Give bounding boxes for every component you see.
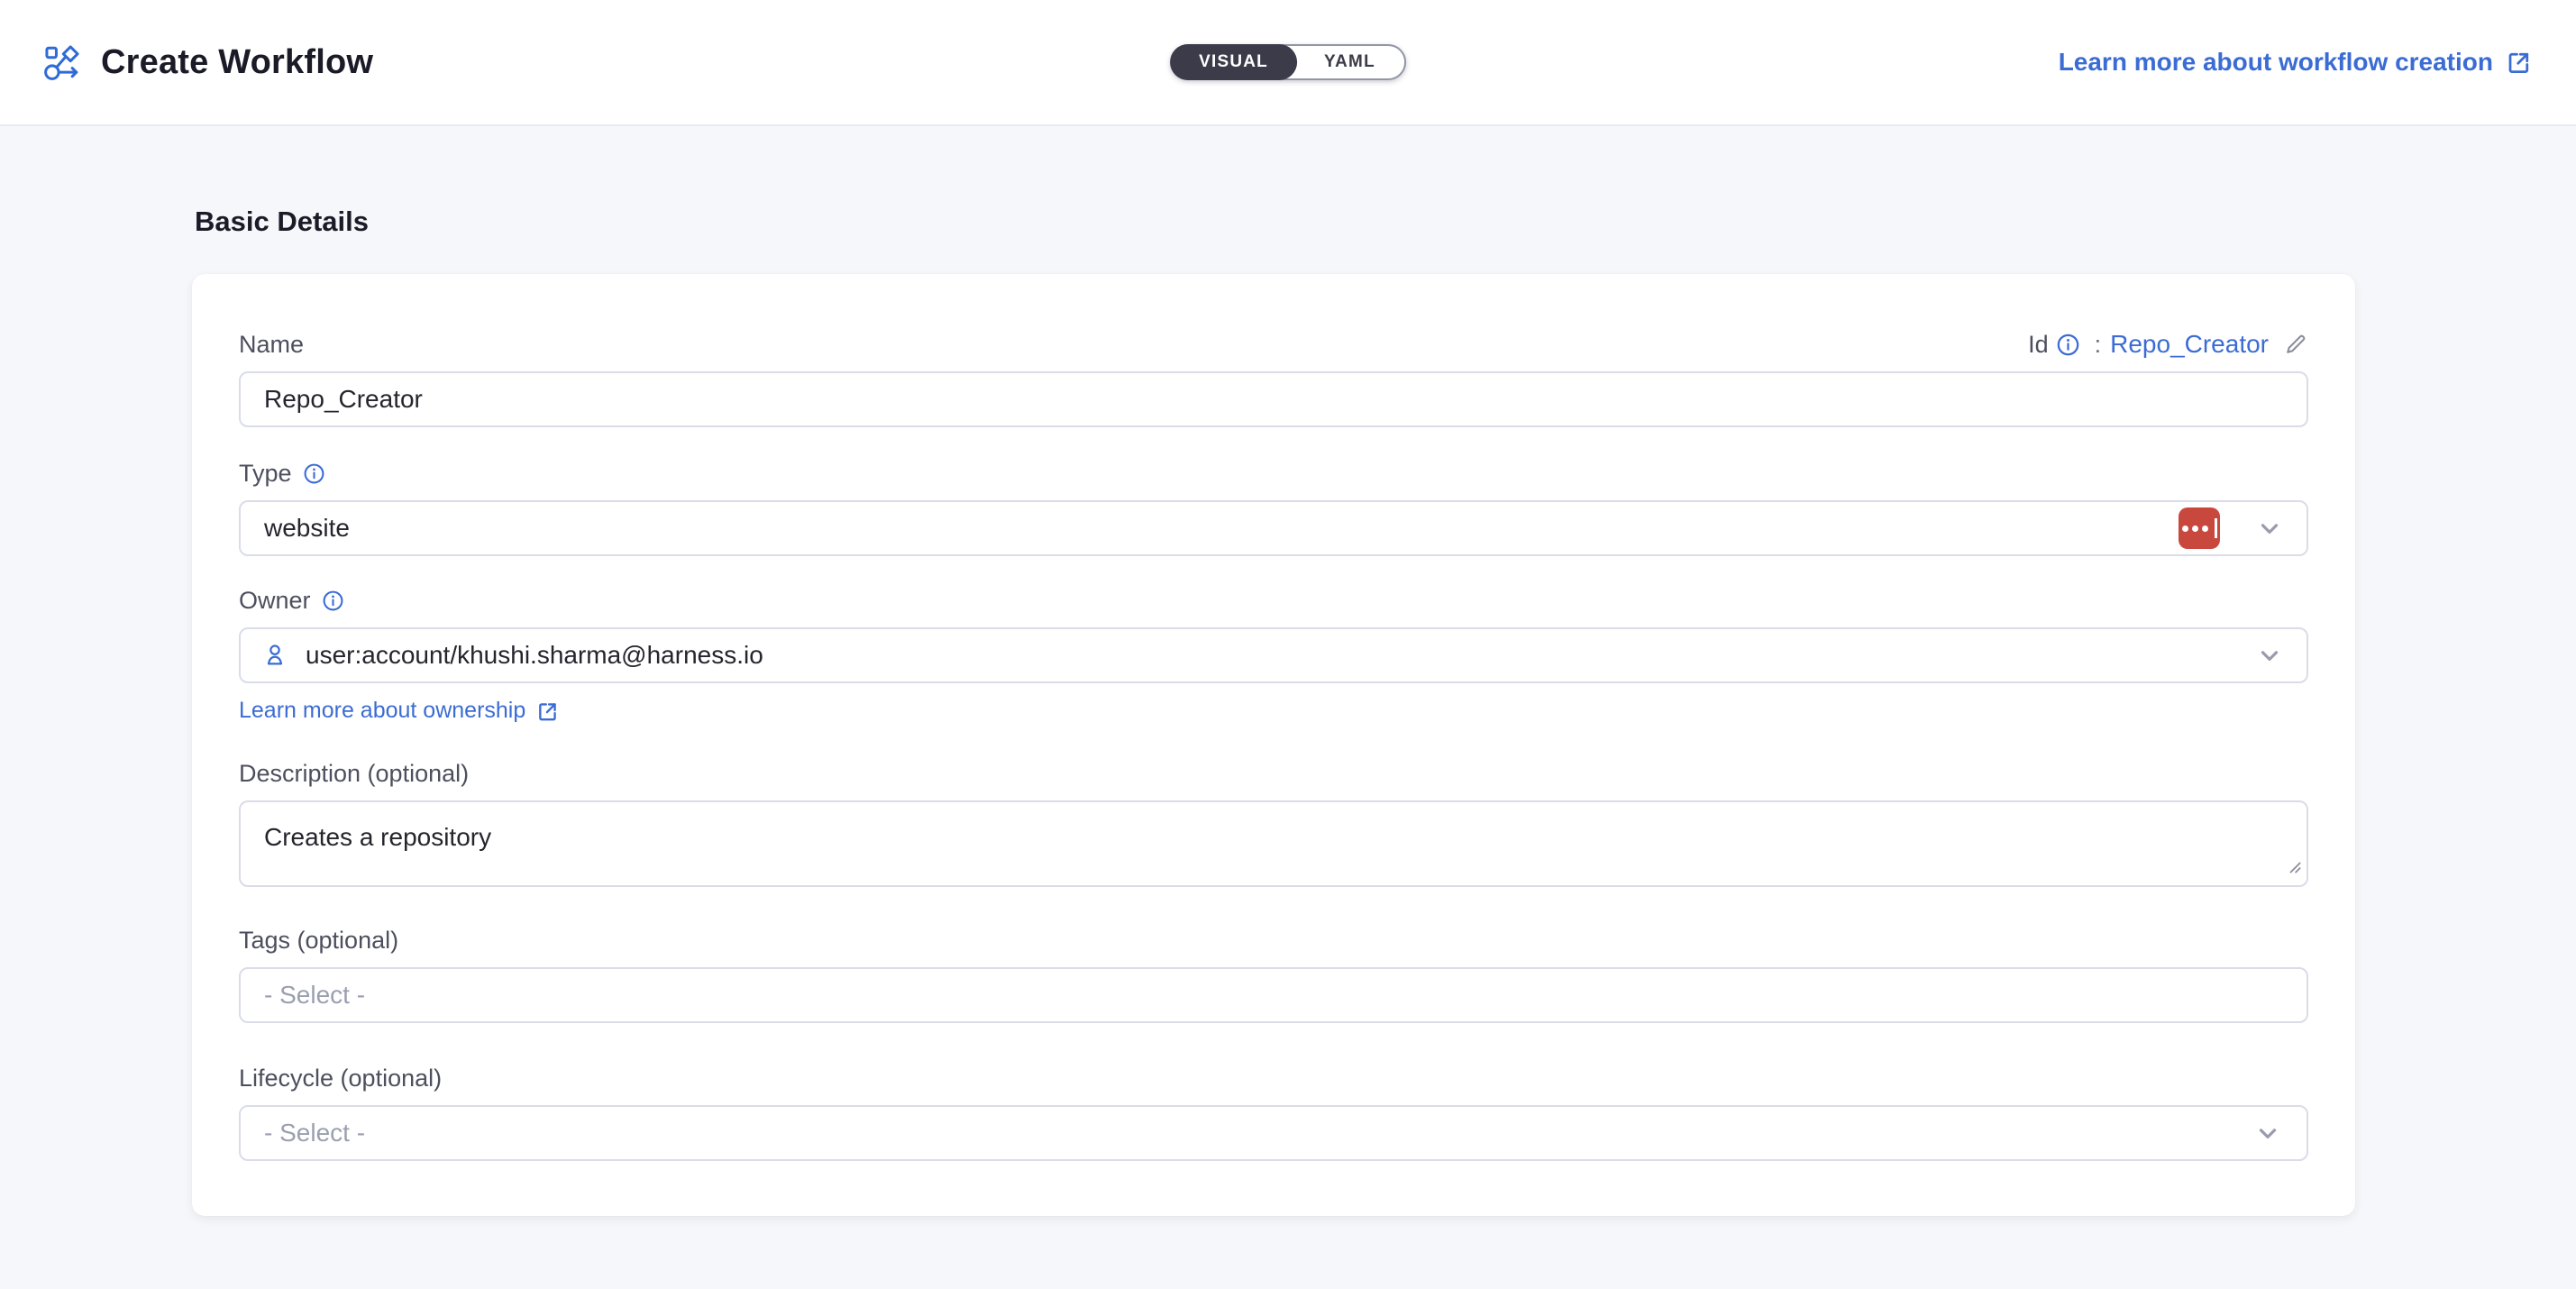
- lifecycle-label-row: Lifecycle (optional): [239, 1065, 2308, 1092]
- learn-more-workflow-link[interactable]: Learn more about workflow creation: [2059, 48, 2533, 77]
- tags-select-input[interactable]: [239, 967, 2308, 1023]
- toggle-yaml-option[interactable]: YAML: [1295, 46, 1404, 78]
- toggle-visual-option[interactable]: VISUAL: [1170, 44, 1297, 80]
- chevron-down-icon: [2254, 1120, 2281, 1147]
- tags-label: Tags (optional): [239, 927, 398, 955]
- learn-more-ownership-link[interactable]: Learn more about ownership: [239, 698, 560, 724]
- owner-input[interactable]: [239, 627, 2308, 683]
- lifecycle-placeholder: - Select -: [264, 1119, 365, 1147]
- info-icon[interactable]: [322, 590, 344, 612]
- id-value[interactable]: Repo_Creator: [2110, 330, 2269, 359]
- password-manager-icon[interactable]: [2179, 507, 2220, 549]
- edit-icon[interactable]: [2283, 332, 2308, 357]
- description-label: Description (optional): [239, 760, 469, 788]
- description-textarea[interactable]: Creates a repository: [239, 800, 2308, 887]
- type-label-row: Type: [239, 460, 2308, 488]
- type-label: Type: [239, 460, 325, 488]
- visual-yaml-toggle[interactable]: VISUAL YAML: [1170, 44, 1406, 80]
- type-input-wrap: [239, 500, 2308, 556]
- resize-handle-icon[interactable]: [2287, 859, 2303, 880]
- owner-input-wrap: [239, 627, 2308, 683]
- basic-details-card: Name Id : Repo_Creator: [192, 274, 2355, 1216]
- page-title: Create Workflow: [101, 43, 373, 82]
- section-title: Basic Details: [195, 206, 2384, 238]
- id-line: Id : Repo_Creator: [2028, 330, 2308, 359]
- id-label: Id: [2028, 331, 2080, 359]
- info-icon[interactable]: [303, 462, 325, 485]
- owner-label: Owner: [239, 587, 344, 615]
- name-label: Name: [239, 331, 304, 359]
- name-label-row: Name Id : Repo_Creator: [239, 330, 2308, 359]
- create-workflow-screen: Create Workflow VISUAL YAML Learn more a…: [0, 0, 2576, 1289]
- header-title-group: Create Workflow: [43, 43, 373, 82]
- chevron-down-icon[interactable]: [2256, 515, 2283, 542]
- learn-more-ownership-label: Learn more about ownership: [239, 698, 525, 724]
- chevron-down-icon[interactable]: [2256, 642, 2283, 669]
- page-header: Create Workflow VISUAL YAML Learn more a…: [0, 0, 2576, 126]
- person-icon: [262, 643, 288, 668]
- lifecycle-select[interactable]: - Select -: [239, 1105, 2308, 1161]
- id-separator: :: [2095, 331, 2102, 359]
- name-input[interactable]: [239, 371, 2308, 427]
- learn-more-workflow-label: Learn more about workflow creation: [2059, 48, 2493, 77]
- lifecycle-label: Lifecycle (optional): [239, 1065, 442, 1092]
- main-content: Basic Details Name Id: [0, 206, 2576, 1216]
- description-label-row: Description (optional): [239, 760, 2308, 788]
- external-link-icon: [536, 699, 560, 723]
- description-textarea-wrap: Creates a repository: [239, 800, 2308, 887]
- owner-label-row: Owner: [239, 587, 2308, 615]
- external-link-icon: [2506, 49, 2533, 76]
- info-icon[interactable]: [2056, 333, 2080, 357]
- tags-label-row: Tags (optional): [239, 927, 2308, 955]
- type-input[interactable]: [239, 500, 2308, 556]
- workflow-icon: [43, 43, 81, 81]
